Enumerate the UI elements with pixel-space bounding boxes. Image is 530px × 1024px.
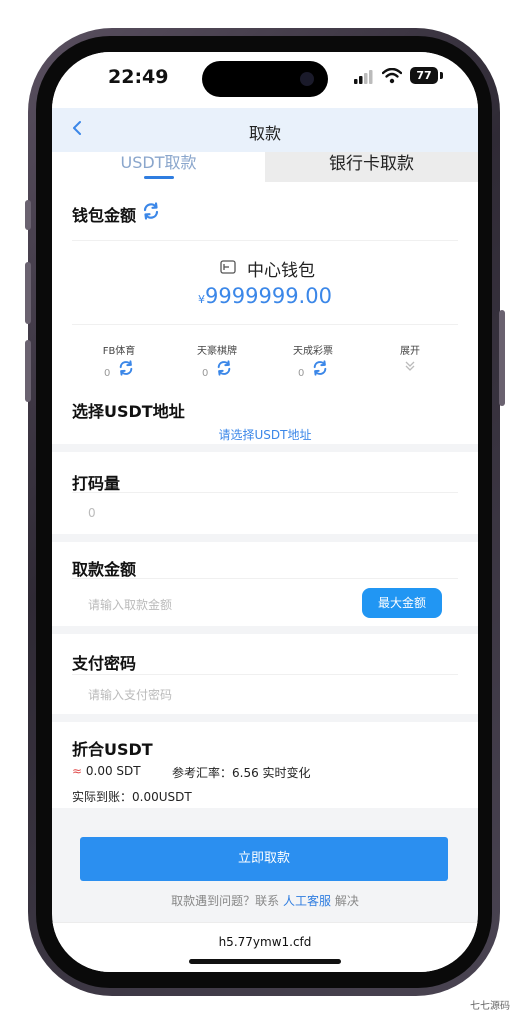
pay-password-title: 支付密码 — [72, 654, 137, 673]
venue-balance: 0 — [298, 368, 305, 379]
battery-indicator: 77 — [410, 67, 438, 84]
venue-name: 天成彩票 — [293, 346, 333, 357]
venue-fb-sports: FB体育 0 — [74, 342, 164, 382]
refresh-venue-icon[interactable] — [118, 360, 134, 376]
withdraw-amount-divider — [72, 578, 458, 579]
nav-bar: 取款 — [52, 108, 478, 152]
venue-balance: 0 — [104, 368, 111, 379]
page-title: 取款 — [248, 124, 281, 143]
venue-name: 天豪棋牌 — [197, 346, 237, 357]
turnover-card: 打码量 0 — [52, 452, 478, 534]
status-time: 22:49 — [108, 66, 169, 88]
help-prefix: 取款遇到问题？联系 — [171, 894, 280, 908]
side-button-action — [25, 200, 31, 230]
currency-symbol: ¥ — [198, 293, 206, 306]
exchange-rate: 参考汇率：6.56 实时变化 — [172, 766, 311, 780]
venue-tiancheng-lottery: 天成彩票 0 — [268, 342, 358, 382]
help-text: 取款遇到问题？联系 人工客服 解决 — [52, 892, 478, 909]
refresh-venue-icon[interactable] — [312, 360, 328, 376]
status-bar: 22:49 77 — [52, 52, 478, 108]
camera-icon — [300, 72, 314, 86]
approx-value: 0.00 SDT — [85, 764, 141, 778]
venue-tianhao-chess: 天豪棋牌 0 — [172, 342, 262, 382]
withdraw-amount-title: 取款金额 — [72, 560, 137, 579]
chevron-double-down-icon — [405, 361, 415, 371]
tab-active-indicator — [144, 176, 174, 179]
expand-venues-button[interactable]: 展开 — [365, 342, 455, 382]
side-button-volume-down — [25, 340, 31, 402]
pay-password-divider — [72, 674, 458, 675]
phone-screen: 22:49 77 取款 USDT取款 银行卡取款 钱包金额 中心钱包 ¥9999… — [52, 52, 478, 972]
browser-url[interactable]: h5.77ymw1.cfd — [52, 935, 478, 949]
help-suffix: 解决 — [334, 894, 359, 908]
battery-tip — [440, 72, 443, 79]
center-wallet-amount: ¥9999999.00 — [52, 284, 478, 308]
browser-url-bar: h5.77ymw1.cfd — [52, 922, 478, 972]
turnover-value: 0 — [88, 506, 96, 520]
side-button-volume-up — [25, 262, 31, 324]
turnover-divider — [72, 492, 458, 493]
wallet-divider-bottom — [72, 324, 458, 325]
wallet-amount-value: 9999999.00 — [205, 284, 332, 308]
max-amount-button[interactable]: 最大金额 — [362, 588, 442, 618]
approx-symbol: ≈ — [72, 764, 83, 778]
venue-balance: 0 — [202, 368, 209, 379]
refresh-wallet-icon[interactable] — [142, 202, 160, 220]
wallet-card: 钱包金额 中心钱包 ¥9999999.00 FB体育 0 天豪棋牌 0 天成彩票… — [52, 182, 478, 444]
tab-bank-card-withdraw[interactable]: 银行卡取款 — [265, 152, 478, 182]
expand-label: 展开 — [400, 346, 420, 357]
side-button-power — [499, 310, 505, 406]
wallet-section-title: 钱包金额 — [72, 206, 137, 225]
wallet-divider-top — [72, 240, 458, 241]
withdraw-tabs: USDT取款 银行卡取款 — [52, 152, 478, 182]
actual-received: 实际到账：0.00USDT — [72, 790, 192, 804]
pay-password-input[interactable]: 请输入支付密码 — [88, 686, 172, 703]
turnover-title: 打码量 — [72, 474, 121, 493]
pay-password-card: 支付密码 请输入支付密码 — [52, 634, 478, 714]
submit-withdraw-button[interactable]: 立即取款 — [80, 837, 448, 881]
tab-bank-label: 银行卡取款 — [329, 154, 414, 174]
venue-name: FB体育 — [102, 346, 136, 357]
center-wallet-label: 中心钱包 — [247, 261, 315, 281]
tab-usdt-label: USDT取款 — [120, 153, 197, 172]
withdraw-amount-input[interactable]: 请输入取款金额 — [88, 596, 172, 613]
wifi-icon — [382, 68, 402, 84]
home-indicator[interactable] — [189, 959, 341, 964]
watermark: 七七源码 — [470, 1001, 510, 1012]
withdraw-amount-card: 取款金额 请输入取款金额 最大金额 — [52, 542, 478, 626]
tab-usdt-withdraw[interactable]: USDT取款 — [52, 152, 265, 182]
usdt-address-title: 选择USDT地址 — [72, 402, 185, 421]
customer-service-link[interactable]: 人工客服 — [283, 894, 331, 908]
approx-amount: ≈ 0.00 SDT — [72, 764, 141, 778]
signal-icon — [354, 70, 373, 84]
usdt-address-select[interactable]: 请选择USDT地址 — [52, 426, 478, 443]
convert-usdt-card: 折合USDT ≈ 0.00 SDT 参考汇率：6.56 实时变化 实际到账：0.… — [52, 722, 478, 808]
dynamic-island — [202, 61, 328, 97]
refresh-venue-icon[interactable] — [216, 360, 232, 376]
convert-usdt-title: 折合USDT — [72, 740, 153, 759]
